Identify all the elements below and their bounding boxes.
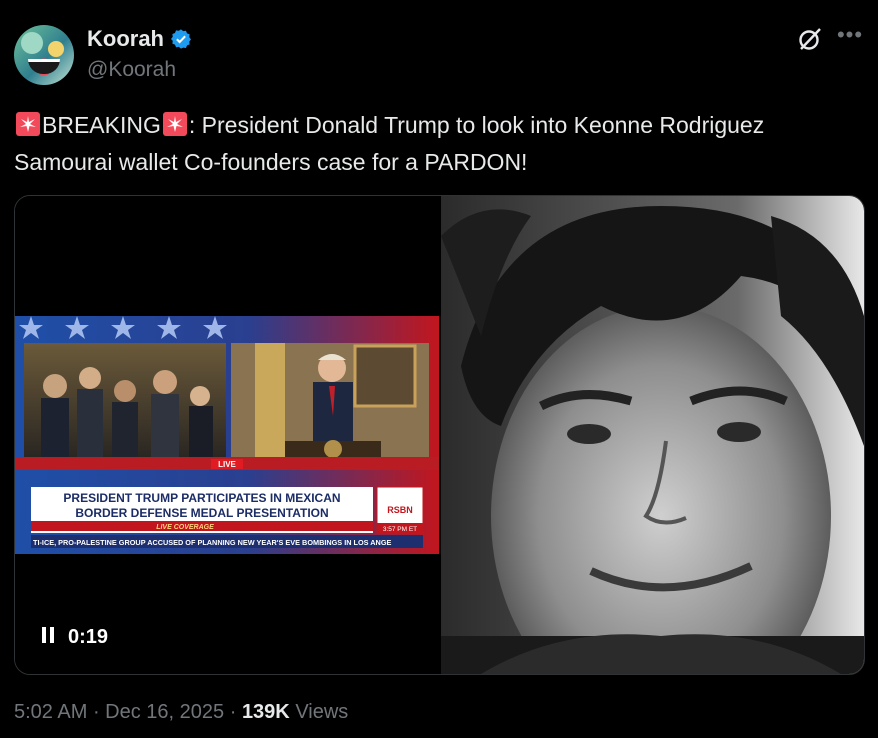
portrait-photo — [441, 196, 864, 674]
more-options-icon[interactable]: ••• — [836, 24, 864, 53]
grok-icon[interactable] — [796, 25, 824, 53]
live-tag: LIVE — [218, 460, 236, 469]
portrait-image[interactable] — [441, 196, 864, 674]
tweet-date[interactable]: Dec 16, 2025 — [105, 701, 224, 723]
author-name-row: Koorah — [87, 26, 192, 52]
author-handle[interactable]: @Koorah — [87, 58, 176, 82]
views-count: 139K — [241, 701, 290, 723]
news-ticker: TI-ICE, PRO-PALESTINE GROUP ACCUSED OF P… — [33, 538, 391, 547]
video-player[interactable]: LIVE PRESIDENT TRUMP PARTICIPATES IN MEX… — [15, 196, 439, 674]
broadcast-frame: LIVE PRESIDENT TRUMP PARTICIPATES IN MEX… — [15, 316, 439, 554]
broadcast-headline-line2: BORDER DEFENSE MEDAL PRESENTATION — [75, 506, 328, 520]
avatar[interactable] — [14, 25, 74, 85]
video-elapsed-time: 0:19 — [68, 626, 109, 648]
live-coverage-label: LIVE COVERAGE — [156, 524, 214, 531]
tweet-meta: 5:02 AM · Dec 16, 2025 · 139K Views — [14, 701, 349, 723]
media-grid: LIVE PRESIDENT TRUMP PARTICIPATES IN MEX… — [14, 195, 865, 675]
pause-icon[interactable] — [41, 626, 55, 644]
views-label: Views — [295, 701, 349, 723]
broadcast-headline-line1: PRESIDENT TRUMP PARTICIPATES IN MEXICAN — [63, 491, 340, 505]
breaking-label: BREAKING — [42, 112, 161, 138]
verified-badge-icon — [171, 29, 191, 49]
siren-emoji-icon — [162, 112, 187, 136]
tweet-time[interactable]: 5:02 AM — [14, 701, 87, 723]
network-logo: RSBN — [387, 505, 413, 515]
broadcast-clock: 3:57 PM ET — [383, 526, 417, 533]
tweet-text: BREAKING : President Donald Trump to loo… — [14, 107, 864, 181]
display-name[interactable]: Koorah — [87, 26, 164, 52]
siren-emoji-icon — [16, 112, 40, 136]
